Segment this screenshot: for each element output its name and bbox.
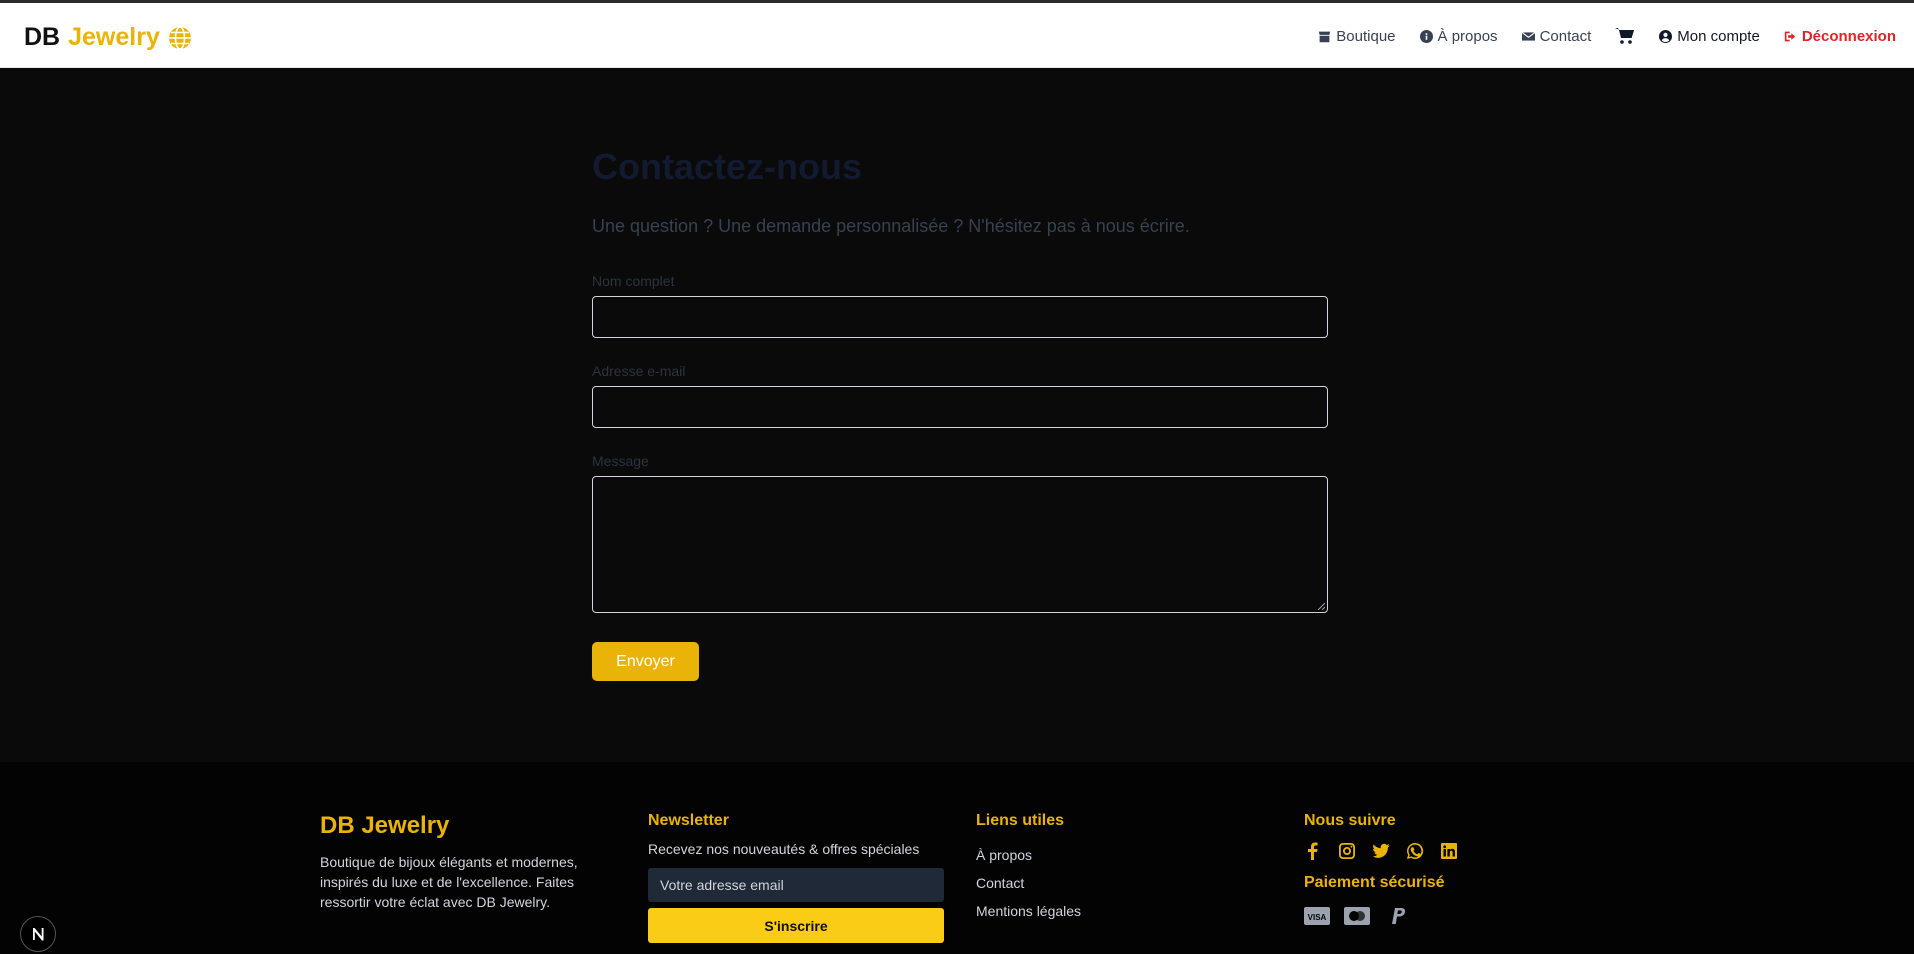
newsletter-subscribe-button[interactable]: S'inscrire — [648, 908, 944, 943]
nav-logout-label: Déconnexion — [1801, 27, 1896, 45]
footer-newsletter-column: Newsletter Recevez nos nouveautés & offr… — [648, 812, 944, 943]
nav-account[interactable]: Mon compte — [1659, 28, 1760, 45]
payment-title: Paiement sécurisé — [1304, 874, 1445, 891]
newsletter-title: Newsletter — [648, 812, 729, 829]
envelope-icon — [1521, 31, 1535, 41]
mastercard-icon — [1344, 907, 1370, 925]
message-textarea[interactable] — [592, 476, 1328, 613]
newsletter-desc: Recevez nos nouveautés & offres spéciale… — [648, 841, 920, 857]
nextjs-dev-badge[interactable] — [20, 916, 56, 952]
nextjs-logo-icon — [33, 928, 44, 941]
linkedin-icon[interactable] — [1440, 842, 1458, 860]
info-circle-icon — [1419, 29, 1433, 43]
footer: DB Jewelry Boutique de bijoux élégants e… — [0, 762, 1914, 954]
instagram-icon[interactable] — [1338, 842, 1356, 860]
payment-methods: VISA — [1304, 906, 1458, 926]
footer-links-list: À propos Contact Mentions légales — [976, 841, 1081, 925]
nav-about-label: À propos — [1437, 27, 1498, 45]
brand-logo[interactable]: DB Jewelry — [24, 23, 192, 52]
footer-brand-column: DB Jewelry Boutique de bijoux élégants e… — [320, 812, 610, 912]
main-content: Contactez-nous Une question ? Une demand… — [0, 68, 1914, 762]
nav-boutique[interactable]: Boutique — [1318, 27, 1396, 45]
links-title: Liens utiles — [976, 812, 1065, 829]
navbar: DB Jewelry Boutique À propos Contact Mon — [0, 3, 1914, 68]
newsletter-email-input[interactable]: Votre adresse email — [648, 868, 944, 902]
whatsapp-icon[interactable] — [1406, 842, 1424, 860]
nav-contact[interactable]: Contact — [1521, 27, 1592, 45]
user-circle-icon — [1659, 29, 1673, 43]
page-subtitle: Une question ? Une demande personnalisée… — [592, 216, 1190, 236]
twitter-icon[interactable] — [1372, 842, 1390, 860]
footer-link-legal[interactable]: Mentions légales — [976, 897, 1081, 925]
email-input[interactable] — [592, 386, 1328, 428]
sign-out-icon — [1784, 31, 1796, 41]
footer-link-contact[interactable]: Contact — [976, 869, 1081, 897]
nav-about[interactable]: À propos — [1419, 27, 1498, 45]
brand-prefix: DB — [24, 23, 61, 51]
footer-about: Boutique de bijoux élégants et modernes,… — [320, 854, 578, 910]
cart-icon — [1615, 28, 1635, 44]
nav-cart[interactable] — [1615, 27, 1635, 45]
facebook-icon[interactable] — [1304, 842, 1322, 860]
footer-brand: DB Jewelry — [320, 812, 450, 839]
nav-contact-label: Contact — [1539, 27, 1592, 45]
page-title: Contactez-nous — [592, 146, 862, 187]
message-label: Message — [592, 453, 649, 469]
nav-account-label: Mon compte — [1677, 27, 1760, 45]
globe-icon — [168, 25, 191, 50]
submit-button[interactable]: Envoyer — [592, 642, 699, 681]
email-label: Adresse e-mail — [592, 363, 686, 379]
store-icon — [1319, 31, 1331, 42]
resize-handle-icon[interactable] — [1317, 602, 1325, 610]
footer-links-column: Liens utiles À propos Contact Mentions l… — [976, 812, 1081, 925]
main-nav: Boutique À propos Contact Mon compte Déc… — [1294, 27, 1896, 45]
name-input[interactable] — [592, 296, 1328, 338]
svg-text:VISA: VISA — [1308, 913, 1327, 922]
nav-boutique-label: Boutique — [1336, 27, 1396, 45]
name-label: Nom complet — [592, 273, 675, 289]
follow-title: Nous suivre — [1304, 812, 1396, 829]
footer-link-about[interactable]: À propos — [976, 841, 1081, 869]
nav-logout[interactable]: Déconnexion — [1784, 28, 1896, 45]
footer-social-column: Nous suivre Paiement sécurisé VISA — [1304, 812, 1458, 926]
brand-accent: Jewelry — [68, 23, 160, 51]
visa-icon: VISA — [1304, 907, 1330, 925]
paypal-icon — [1392, 908, 1406, 924]
social-links — [1304, 842, 1458, 860]
